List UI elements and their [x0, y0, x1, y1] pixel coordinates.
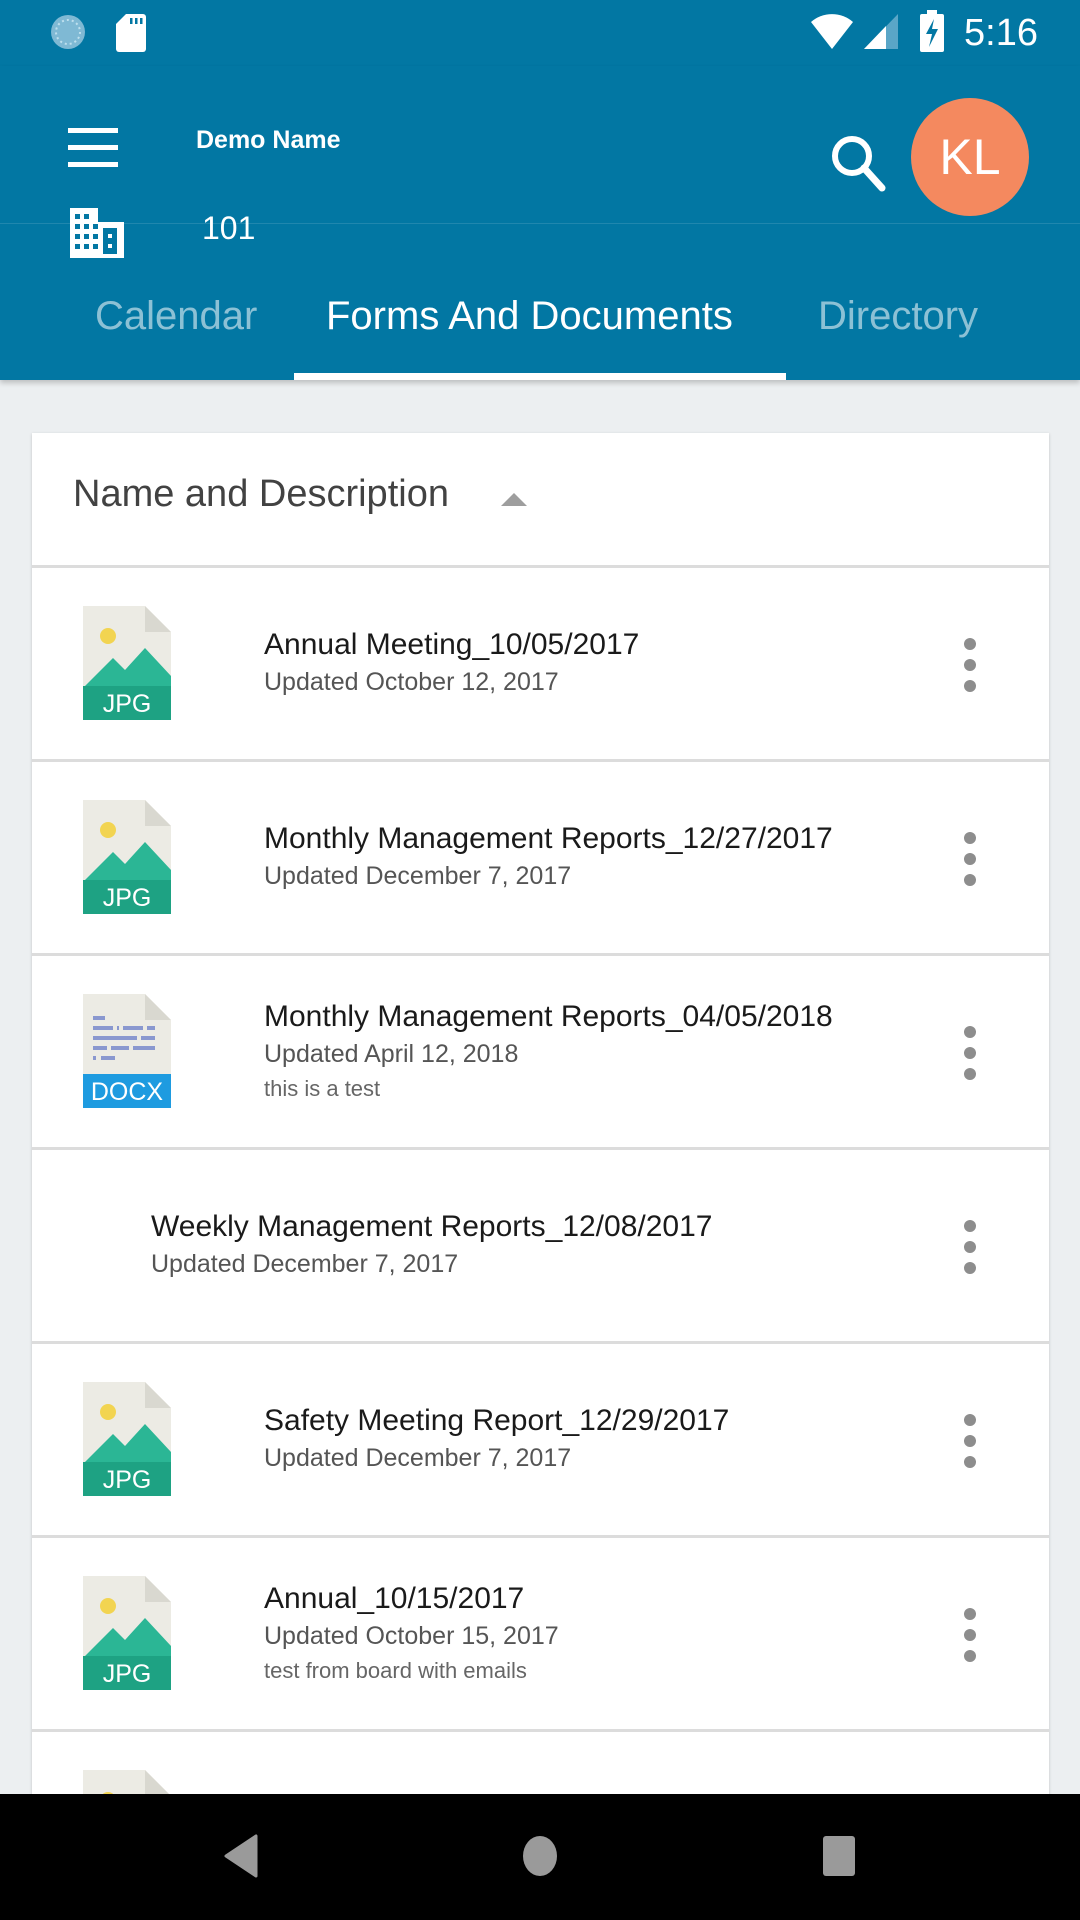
more-vert-icon-dot — [964, 659, 976, 671]
more-vert-icon-dot — [964, 1262, 976, 1274]
document-text: Monthly Management Reports_12/27/2017 Upd… — [264, 820, 833, 894]
more-options-button[interactable] — [958, 832, 982, 886]
tab-directory[interactable]: Directory — [818, 266, 978, 376]
document-title: Safety Meeting Report_12/29/2017 — [264, 1404, 730, 1437]
document-title: Monthly Management Reports_12/27/2017 — [264, 822, 833, 855]
document-text: Monthly Management Reports_04/05/2018 Upd… — [264, 998, 833, 1106]
sort-ascending-icon — [501, 493, 527, 506]
more-vert-icon-dot — [964, 638, 976, 650]
document-description: test from board with emails — [264, 1658, 527, 1683]
document-title: Annual_10/15/2017 — [264, 1582, 525, 1615]
documents-card: Name and Description JPG Annual Meeting_1… — [32, 433, 1049, 1884]
battery-charging-icon — [920, 10, 944, 52]
jpg-file-icon: JPG — [83, 606, 171, 720]
document-row[interactable]: Weekly Management Reports_12/08/2017 Upda… — [32, 1150, 1049, 1344]
more-options-button[interactable] — [958, 1026, 982, 1080]
document-updated: Updated December 7, 2017 — [264, 862, 572, 890]
menu-icon-line — [68, 145, 118, 150]
document-updated: Updated December 7, 2017 — [264, 1444, 572, 1472]
file-type-label: DOCX — [91, 1078, 164, 1106]
file-type-label: JPG — [103, 1466, 152, 1494]
cell-signal-icon — [864, 14, 898, 49]
document-updated: Updated October 15, 2017 — [264, 1622, 559, 1650]
account-name[interactable]: Demo Name — [196, 126, 341, 155]
search-icon[interactable] — [826, 130, 890, 194]
more-vert-icon-dot — [964, 874, 976, 886]
jpg-file-icon: JPG — [83, 800, 171, 914]
more-vert-icon-dot — [964, 1608, 976, 1620]
active-tab-indicator — [294, 373, 786, 380]
more-vert-icon-dot — [964, 1068, 976, 1080]
status-time: 5:16 — [964, 12, 1038, 54]
document-updated: Updated December 7, 2017 — [151, 1250, 459, 1278]
status-bar: 5:16 — [0, 0, 1080, 66]
file-type-label: JPG — [103, 690, 152, 718]
wifi-icon — [811, 14, 853, 49]
avatar[interactable]: KL — [911, 98, 1029, 216]
document-title: Weekly Management Reports_12/08/2017 — [151, 1210, 713, 1243]
system-nav-bar — [0, 1794, 1080, 1920]
unit-number: 101 — [202, 210, 256, 246]
sort-header[interactable]: Name and Description — [32, 433, 1049, 568]
more-vert-icon-dot — [964, 1629, 976, 1641]
document-updated: Updated April 12, 2018 — [264, 1040, 519, 1068]
more-vert-icon-dot — [964, 1435, 976, 1447]
more-vert-icon-dot — [964, 832, 976, 844]
sort-header-label: Name and Description — [73, 473, 449, 515]
document-row[interactable]: DOCX Monthly Management Reports_04/05/201… — [32, 956, 1049, 1150]
more-vert-icon-dot — [964, 853, 976, 865]
more-vert-icon-dot — [964, 680, 976, 692]
more-vert-icon-dot — [964, 1414, 976, 1426]
document-list: JPG Annual Meeting_10/05/2017 Updated Octo… — [32, 568, 1049, 1920]
document-row[interactable]: JPG Annual Meeting_10/05/2017 Updated Octo… — [32, 568, 1049, 762]
document-text: Annual Meeting_10/05/2017 Updated October… — [264, 626, 639, 700]
file-type-label: JPG — [103, 1660, 152, 1688]
document-text: Safety Meeting Report_12/29/2017 Updated … — [264, 1402, 729, 1476]
docx-file-icon: DOCX — [83, 994, 171, 1108]
more-options-button[interactable] — [958, 1414, 982, 1468]
document-row[interactable]: JPG Annual_10/15/2017 Updated October 15, … — [32, 1538, 1049, 1732]
more-options-button[interactable] — [958, 1220, 982, 1274]
document-text: Annual_10/15/2017 Updated October 15, 201… — [264, 1580, 559, 1688]
document-updated: Updated October 12, 2017 — [264, 668, 559, 696]
document-text: Weekly Management Reports_12/08/2017 Upda… — [151, 1208, 712, 1282]
sync-icon — [51, 15, 85, 49]
more-vert-icon-dot — [964, 1241, 976, 1253]
tab-bar: Calendar Forms And Documents Directory — [0, 266, 1080, 380]
appbar-divider — [0, 223, 1080, 224]
recents-icon[interactable] — [822, 1834, 856, 1878]
document-row[interactable]: JPG Monthly Management Reports_12/27/2017… — [32, 762, 1049, 956]
file-type-label: JPG — [103, 884, 152, 912]
more-options-button[interactable] — [958, 1608, 982, 1662]
sd-card-icon — [116, 14, 146, 52]
more-vert-icon-dot — [964, 1047, 976, 1059]
more-options-button[interactable] — [958, 638, 982, 692]
menu-icon-line — [68, 128, 118, 133]
more-vert-icon-dot — [964, 1650, 976, 1662]
jpg-file-icon: JPG — [83, 1576, 171, 1690]
back-icon[interactable] — [224, 1834, 258, 1878]
app-bar: Demo Name 101 KL Calendar Forms And Docu… — [0, 66, 1080, 380]
more-vert-icon-dot — [964, 1456, 976, 1468]
tab-forms-and-documents[interactable]: Forms And Documents — [326, 266, 733, 376]
menu-icon-line — [68, 162, 118, 167]
menu-button[interactable] — [66, 128, 122, 168]
building-icon — [70, 208, 124, 258]
home-icon[interactable] — [522, 1834, 558, 1878]
more-vert-icon-dot — [964, 1220, 976, 1232]
more-vert-icon-dot — [964, 1026, 976, 1038]
jpg-file-icon: JPG — [83, 1382, 171, 1496]
tab-calendar[interactable]: Calendar — [95, 266, 257, 376]
document-description: this is a test — [264, 1076, 381, 1101]
app-root: 5:16 Demo Name 101 KL Calendar Forms And… — [0, 0, 1080, 1920]
document-title: Monthly Management Reports_04/05/2018 — [264, 1000, 833, 1033]
document-title: Annual Meeting_10/05/2017 — [264, 628, 640, 661]
document-row[interactable]: JPG Safety Meeting Report_12/29/2017 Updat… — [32, 1344, 1049, 1538]
